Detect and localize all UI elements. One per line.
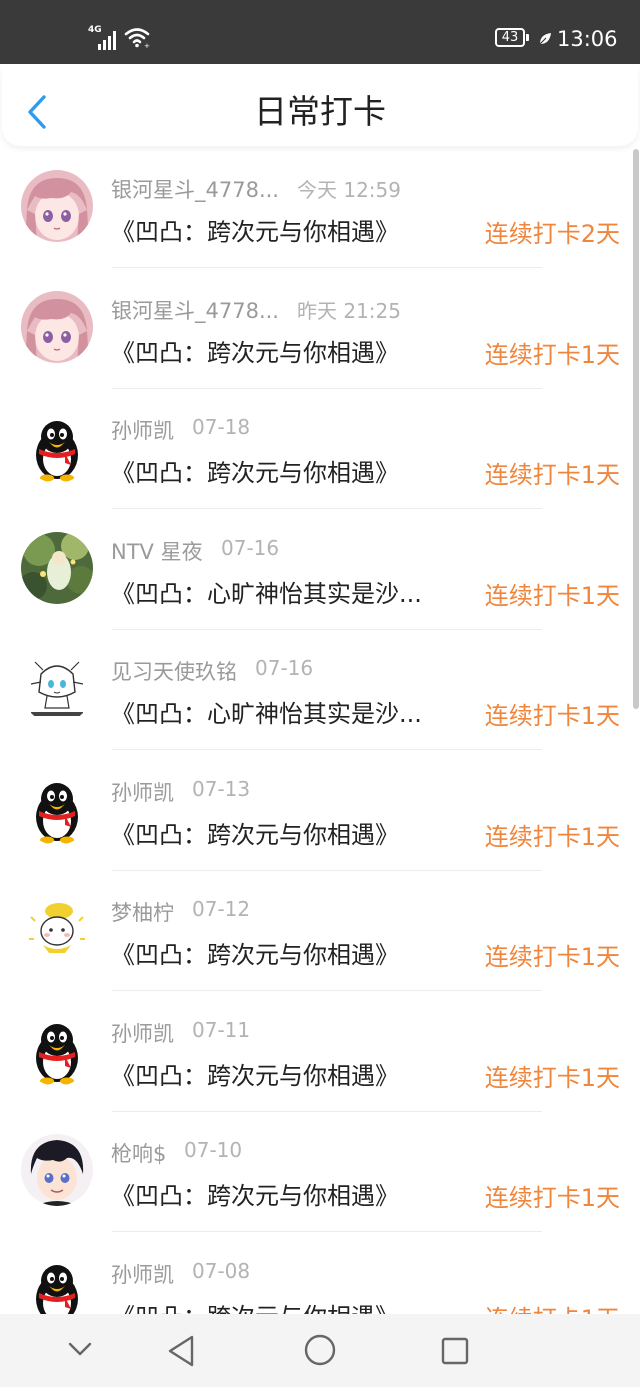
system-navigation-bar — [0, 1314, 640, 1387]
list-item[interactable]: 梦柚柠 07-12 《凹凸：跨次元与你相遇》 连续打卡1天 — [0, 871, 632, 991]
back-triangle-icon[interactable] — [166, 1334, 198, 1368]
scrollbar[interactable] — [633, 149, 639, 709]
list-item[interactable]: 见习天使玖铭 07-16 《凹凸：心旷神怡其实是沙... 连续打卡1天 — [0, 630, 632, 750]
wifi-icon: + — [124, 28, 150, 48]
cartoon-avatar[interactable] — [21, 893, 93, 965]
streak-label: 连续打卡1天 — [484, 702, 620, 730]
checkin-time: 07-11 — [192, 1017, 251, 1042]
streak-label: 连续打卡1天 — [484, 340, 620, 369]
book-title[interactable]: 《凹凸：心旷神怡其实是沙... — [111, 574, 422, 609]
list-item[interactable]: 孙师凯 07-13 《凹凸：跨次元与你相遇》 连续打卡1天 — [0, 751, 632, 871]
user-name[interactable]: 孙师凯 — [111, 777, 174, 807]
page-title: 日常打卡 — [254, 92, 386, 131]
list-item[interactable]: 银河星斗_4778... 昨天 21:25 《凹凸：跨次元与你相遇》 连续打卡1天 — [0, 269, 632, 389]
user-name[interactable]: 梦柚柠 — [111, 897, 174, 927]
checkin-time: 今天 12:59 — [297, 178, 401, 202]
user-name[interactable]: 孙师凯 — [111, 1018, 174, 1048]
book-title[interactable]: 《凹凸：心旷神怡其实是沙... — [111, 694, 422, 729]
checkin-list[interactable]: 银河星斗_4778... 今天 12:59 《凹凸：跨次元与你相遇》 连续打卡2天 银河… — [0, 148, 640, 1314]
checkin-time: 07-16 — [221, 535, 280, 560]
penguin-avatar[interactable] — [21, 1254, 93, 1314]
user-name[interactable]: 银河星斗_4778... — [111, 295, 279, 325]
penguin-avatar[interactable] — [21, 411, 93, 483]
book-title[interactable]: 《凹凸：跨次元与你相遇》 — [111, 333, 399, 368]
sketch-avatar[interactable] — [21, 652, 93, 724]
list-item[interactable]: 孙师凯 07-08 《凹凸：跨次元与你相遇》 连续打卡1天 — [0, 1233, 632, 1315]
book-title[interactable]: 《凹凸：跨次元与你相遇》 — [111, 1297, 399, 1315]
user-name[interactable]: 见习天使玖铭 — [111, 656, 237, 686]
user-name[interactable]: 银河星斗_4778... — [111, 174, 279, 204]
home-circle-icon[interactable] — [302, 1332, 338, 1368]
book-title[interactable]: 《凹凸：跨次元与你相遇》 — [111, 212, 399, 247]
anime-girl-avatar[interactable] — [21, 170, 93, 242]
user-name[interactable]: NTV 星夜 — [111, 536, 203, 566]
checkin-time: 07-10 — [184, 1138, 243, 1162]
checkin-time: 07-16 — [255, 656, 314, 680]
checkin-time: 07-08 — [192, 1258, 251, 1283]
user-name[interactable]: 枪响$ — [111, 1138, 166, 1168]
streak-label: 连续打卡1天 — [484, 1063, 620, 1092]
user-name[interactable]: 孙师凯 — [111, 415, 174, 445]
checkin-time: 07-13 — [192, 776, 251, 801]
streak-label: 连续打卡1天 — [484, 581, 620, 610]
checkin-time: 07-18 — [192, 415, 251, 439]
list-item[interactable]: NTV 星夜 07-16 《凹凸：心旷神怡其实是沙... 连续打卡1天 — [0, 510, 632, 630]
streak-label: 连续打卡2天 — [484, 220, 620, 248]
anime-boy-avatar[interactable] — [21, 1134, 93, 1206]
recents-square-icon[interactable] — [440, 1336, 470, 1366]
collapse-chevron-icon[interactable] — [66, 1340, 94, 1360]
checkin-time: 07-12 — [192, 897, 251, 921]
streak-label: 连续打卡1天 — [484, 461, 620, 489]
list-item[interactable]: 孙师凯 07-18 《凹凸：跨次元与你相遇》 连续打卡1天 — [0, 389, 632, 509]
streak-label: 连续打卡1天 — [484, 822, 620, 851]
list-item[interactable]: 枪响$ 07-10 《凹凸：跨次元与你相遇》 连续打卡1天 — [0, 1112, 632, 1232]
book-title[interactable]: 《凹凸：跨次元与你相遇》 — [111, 935, 399, 970]
header-bar: 日常打卡 — [2, 66, 638, 146]
nature-avatar[interactable] — [21, 531, 93, 604]
status-time: 13:06 — [557, 27, 618, 51]
book-title[interactable]: 《凹凸：跨次元与你相遇》 — [111, 1056, 399, 1091]
streak-label: 连续打卡1天 — [484, 943, 620, 971]
book-title[interactable]: 《凹凸：跨次元与你相遇》 — [111, 453, 399, 488]
status-bar: 4G + 43 13:06 — [0, 0, 640, 64]
penguin-avatar[interactable] — [21, 1013, 93, 1086]
list-item[interactable]: 银河星斗_4778... 今天 12:59 《凹凸：跨次元与你相遇》 连续打卡2天 — [0, 148, 632, 268]
checkin-time: 昨天 21:25 — [297, 298, 401, 323]
svg-text:+: + — [144, 42, 150, 48]
penguin-avatar[interactable] — [21, 772, 93, 845]
user-name[interactable]: 孙师凯 — [111, 1259, 174, 1289]
book-title[interactable]: 《凹凸：跨次元与你相遇》 — [111, 1176, 399, 1211]
book-title[interactable]: 《凹凸：跨次元与你相遇》 — [111, 815, 399, 850]
streak-label: 连续打卡1天 — [484, 1184, 620, 1212]
list-item[interactable]: 孙师凯 07-11 《凹凸：跨次元与你相遇》 连续打卡1天 — [0, 992, 632, 1112]
streak-label: 连续打卡1天 — [485, 1299, 620, 1315]
power-saving-leaf-icon — [539, 33, 551, 45]
anime-girl-avatar[interactable] — [21, 290, 93, 363]
battery-level: 43 — [495, 28, 525, 47]
